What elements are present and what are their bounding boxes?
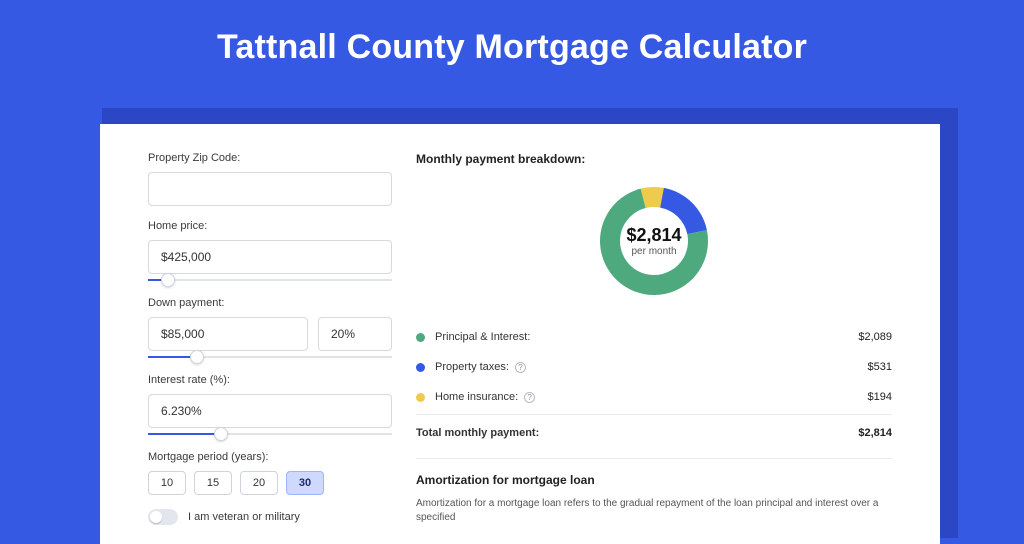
breakdown-column: Monthly payment breakdown: $2,814 per mo… — [416, 152, 940, 544]
info-icon[interactable]: ? — [524, 392, 535, 403]
amortization-text: Amortization for a mortgage loan refers … — [416, 497, 892, 525]
interest-slider[interactable] — [148, 427, 392, 441]
down-payment-slider[interactable] — [148, 350, 392, 364]
legend-amount: $2,089 — [858, 331, 892, 343]
zip-input[interactable] — [148, 172, 392, 206]
slider-thumb-icon[interactable] — [214, 427, 228, 441]
legend: Principal & Interest: $2,089 Property taxe… — [416, 322, 892, 412]
period-option-15[interactable]: 15 — [194, 471, 232, 495]
legend-dot-icon — [416, 393, 425, 402]
slider-thumb-icon[interactable] — [190, 350, 204, 364]
period-options: 10 15 20 30 — [148, 471, 392, 495]
legend-amount: $194 — [868, 391, 892, 403]
slider-thumb-icon[interactable] — [161, 273, 175, 287]
amortization-title: Amortization for mortgage loan — [416, 473, 892, 487]
home-price-slider[interactable] — [148, 273, 392, 287]
interest-input[interactable] — [148, 394, 392, 428]
home-price-input[interactable] — [148, 240, 392, 274]
donut-chart: $2,814 per month — [416, 178, 892, 304]
down-payment-pct-input[interactable] — [318, 317, 392, 351]
legend-row-insurance: Home insurance:? $194 — [416, 382, 892, 412]
total-label: Total monthly payment: — [416, 427, 539, 439]
interest-label: Interest rate (%): — [148, 374, 392, 386]
legend-row-taxes: Property taxes:? $531 — [416, 352, 892, 382]
donut-value: $2,814 — [626, 225, 681, 246]
veteran-label: I am veteran or military — [188, 511, 300, 523]
total-row: Total monthly payment: $2,814 — [416, 414, 892, 448]
legend-label: Home insurance: — [435, 391, 518, 403]
calculator-panel: Property Zip Code: Home price: Down paym… — [100, 124, 940, 544]
amortization-section: Amortization for mortgage loan Amortizat… — [416, 458, 892, 525]
period-option-20[interactable]: 20 — [240, 471, 278, 495]
zip-label: Property Zip Code: — [148, 152, 392, 164]
breakdown-title: Monthly payment breakdown: — [416, 152, 892, 166]
legend-dot-icon — [416, 363, 425, 372]
legend-amount: $531 — [868, 361, 892, 373]
period-label: Mortgage period (years): — [148, 451, 392, 463]
legend-label: Property taxes: — [435, 361, 509, 373]
inputs-column: Property Zip Code: Home price: Down paym… — [148, 152, 392, 544]
total-amount: $2,814 — [858, 427, 892, 439]
page-title: Tattnall County Mortgage Calculator — [0, 0, 1024, 89]
veteran-toggle[interactable] — [148, 509, 178, 525]
home-price-label: Home price: — [148, 220, 392, 232]
legend-label: Principal & Interest: — [435, 331, 530, 343]
down-payment-input[interactable] — [148, 317, 308, 351]
down-payment-label: Down payment: — [148, 297, 392, 309]
legend-row-principal: Principal & Interest: $2,089 — [416, 322, 892, 352]
period-option-10[interactable]: 10 — [148, 471, 186, 495]
legend-dot-icon — [416, 333, 425, 342]
donut-sublabel: per month — [631, 246, 676, 257]
period-option-30[interactable]: 30 — [286, 471, 324, 495]
info-icon[interactable]: ? — [515, 362, 526, 373]
